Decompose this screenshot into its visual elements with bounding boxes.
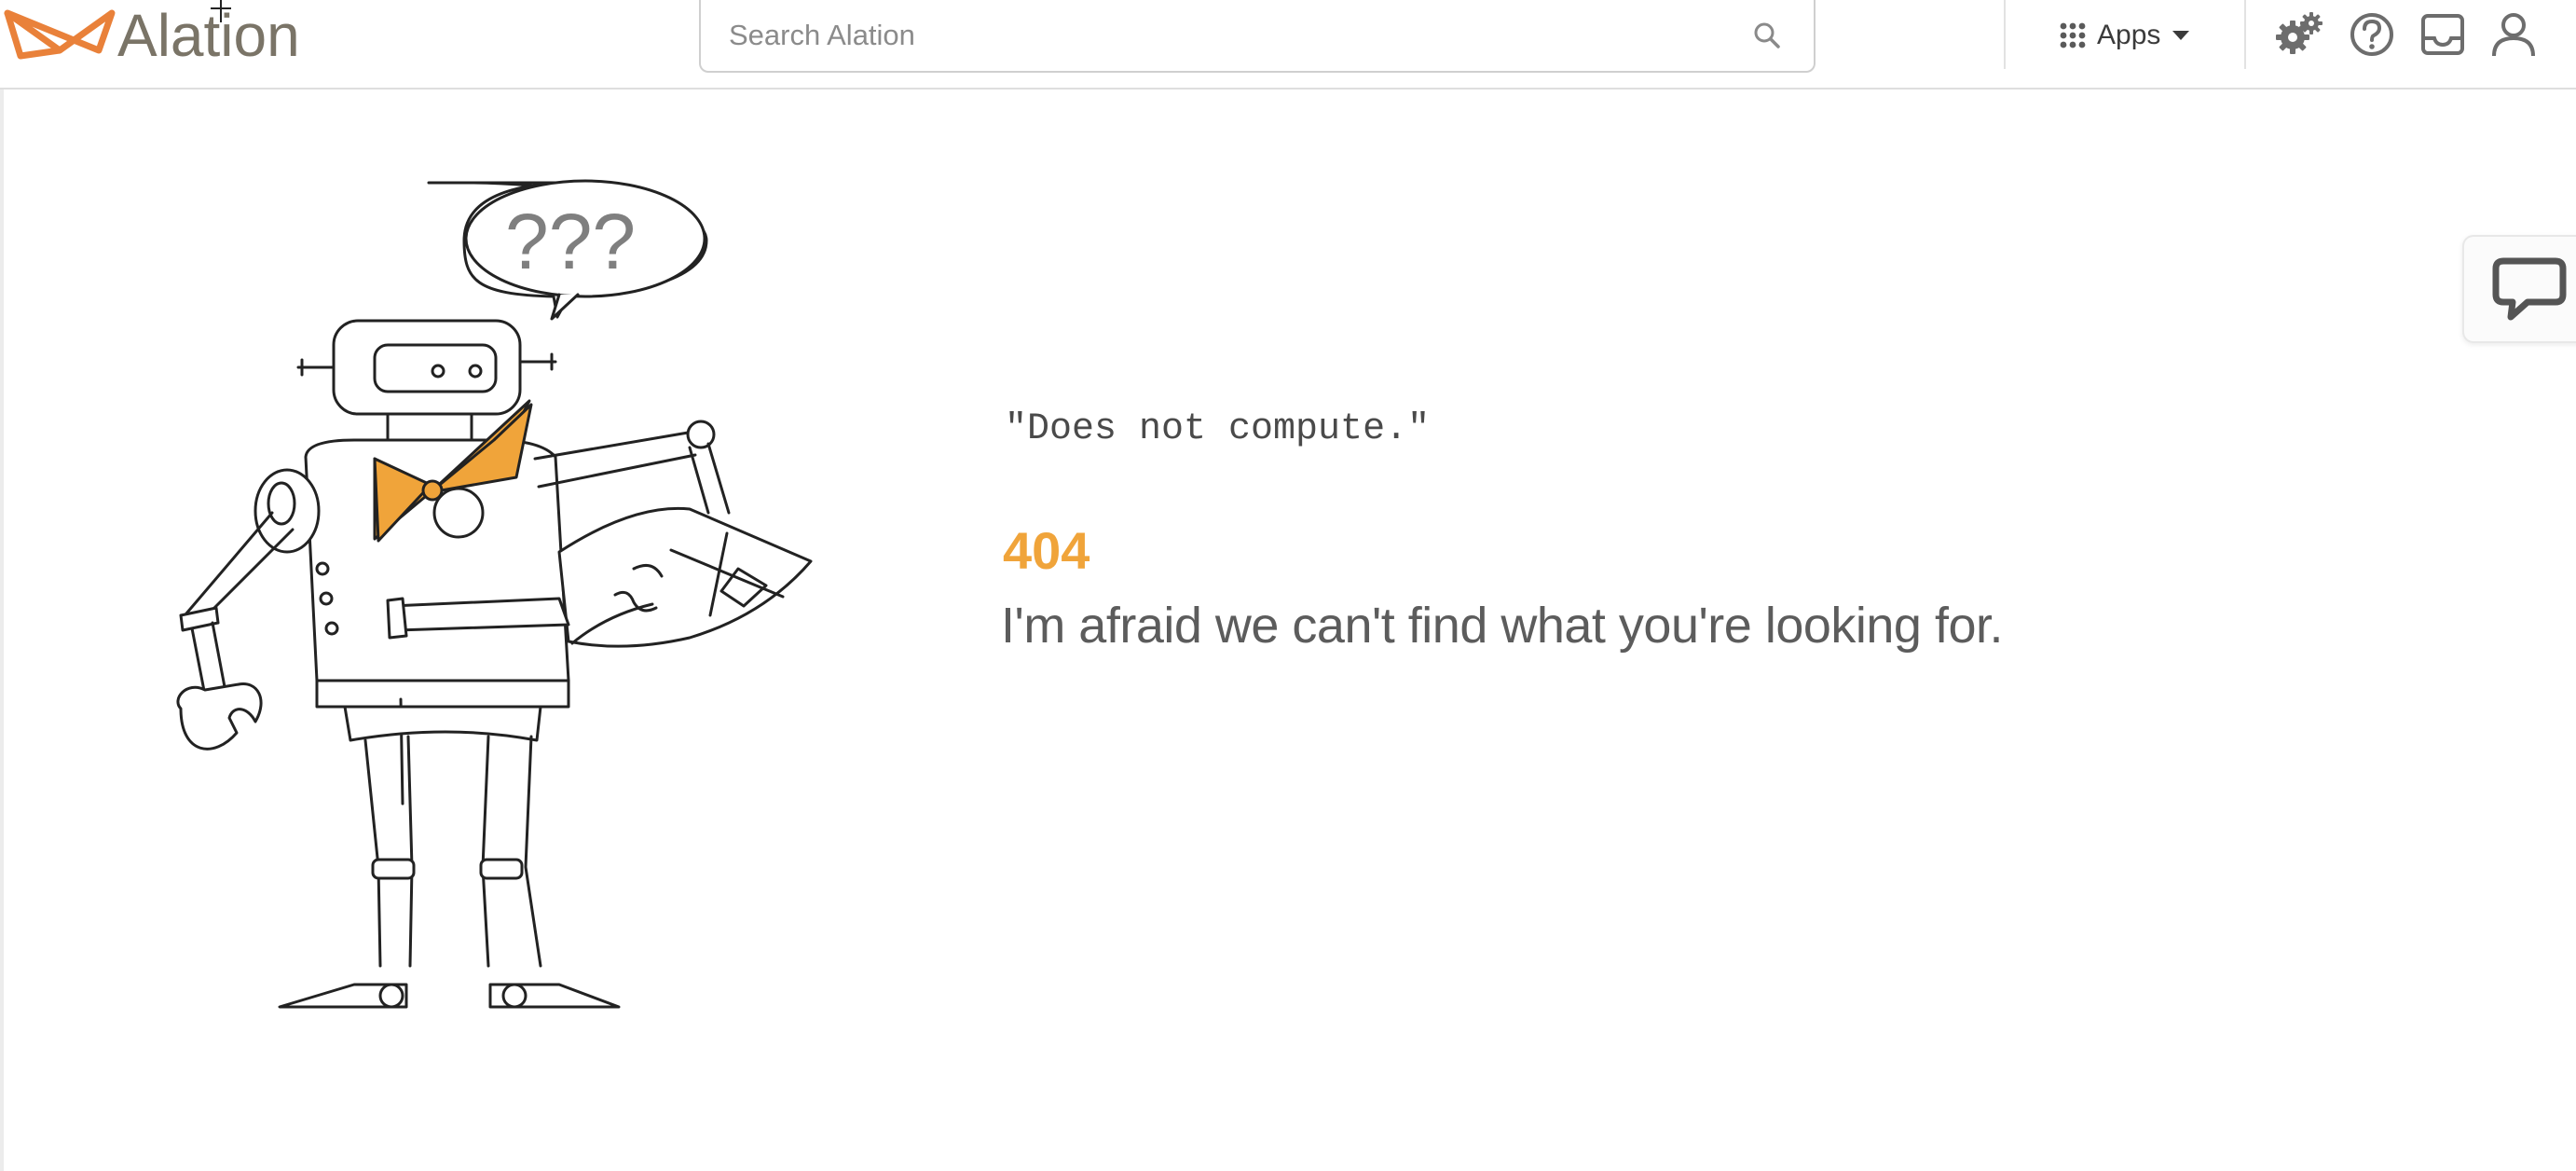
page-left-border [0, 90, 4, 1171]
settings-gears-icon[interactable] [2274, 9, 2324, 60]
mouse-cursor-crosshair [211, 0, 231, 22]
alation-logo-icon [4, 9, 116, 60]
caret-down-icon [2172, 31, 2190, 40]
confused-robot-illustration: ??? [176, 179, 813, 1009]
error-quote: "Does not compute." [1005, 408, 1431, 450]
chat-bubble-icon [2492, 257, 2567, 321]
app-root: Alation Apps [0, 0, 2576, 1171]
error-message: I'm afraid we can't find what you're loo… [1001, 598, 2004, 654]
apps-menu-button[interactable]: Apps [2060, 9, 2190, 62]
feedback-tab-button[interactable] [2462, 235, 2576, 343]
help-icon[interactable] [2347, 9, 2397, 60]
error-code: 404 [1003, 521, 1090, 580]
speech-bubble: ??? [427, 179, 708, 321]
navbar-divider [2004, 0, 2006, 69]
svg-text:???: ??? [505, 198, 636, 285]
grid-icon [2060, 22, 2086, 48]
navbar-divider [2244, 0, 2246, 69]
user-icon[interactable] [2488, 9, 2539, 60]
search-input[interactable] [729, 0, 1717, 71]
apps-menu-label: Apps [2097, 20, 2161, 50]
inbox-icon[interactable] [2418, 9, 2468, 60]
top-navbar: Alation Apps [0, 0, 2576, 90]
global-search-box[interactable] [699, 0, 1816, 73]
search-icon[interactable] [1752, 21, 1782, 50]
